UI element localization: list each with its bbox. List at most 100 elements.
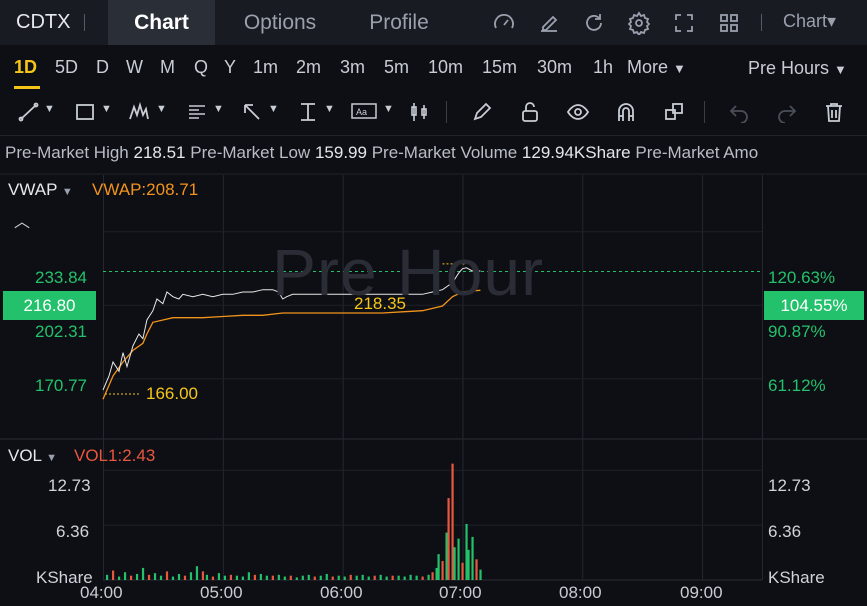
volume-bar (435, 567, 438, 580)
volume-bar (343, 576, 346, 580)
volume-bar (217, 573, 221, 580)
volume-bar (153, 573, 157, 580)
volume-bar (427, 574, 430, 580)
time-tick: 07:00 (439, 583, 482, 602)
volume-bar (373, 575, 376, 580)
volume-bar (349, 574, 352, 580)
volume-unit: KShare (768, 568, 825, 587)
volume-bars (105, 463, 482, 580)
time-tick: 04:00 (80, 583, 123, 602)
volume-bar (229, 574, 233, 580)
vol-value: VOL1:2.43 (74, 446, 156, 465)
volume-tick: 6.36 (56, 522, 90, 541)
volume-bar (135, 573, 139, 580)
volume-bar (201, 571, 205, 580)
time-tick: 05:00 (200, 583, 243, 602)
volume-tick: 12.73 (48, 476, 91, 495)
volume-bar (313, 576, 316, 580)
volume-bar (223, 575, 227, 580)
volume-bar (461, 562, 464, 580)
percent-tick: 120.63% (768, 268, 836, 287)
collapse-chevron-icon[interactable]: ︿ (14, 208, 30, 232)
volume-bar (403, 576, 406, 580)
vwap-indicator-selector[interactable]: VWAP ▼ (8, 180, 73, 200)
volume-bar (379, 574, 382, 580)
current-price-tag: 216.80 (3, 291, 96, 320)
percent-tick: 90.87% (768, 322, 826, 341)
volume-bar (289, 575, 292, 580)
low-annotation: 166.00 (146, 384, 198, 403)
volume-bar (465, 523, 468, 580)
volume-bar (165, 571, 169, 580)
volume-bar (117, 576, 121, 580)
volume-bar (307, 574, 310, 580)
volume-bar (105, 574, 109, 580)
volume-bar (195, 566, 199, 580)
volume-bar (319, 575, 322, 580)
current-percent-tag: 104.55% (764, 291, 864, 320)
volume-bar (445, 532, 448, 580)
volume-bar (235, 575, 238, 580)
volume-bar (265, 575, 268, 580)
volume-bar (391, 575, 394, 580)
vwap-value: VWAP:208.71 (92, 180, 199, 199)
volume-bar (437, 554, 440, 580)
volume-bar (177, 573, 181, 580)
volume-bar (259, 573, 262, 580)
volume-bar (385, 576, 388, 580)
volume-bar (337, 575, 340, 580)
price-tick: 170.77 (35, 376, 87, 395)
volume-bar (123, 572, 127, 580)
caret-down-icon: ▼ (61, 186, 73, 198)
percent-tick: 61.12% (768, 376, 826, 395)
volume-bar (471, 536, 474, 580)
volume-bar (141, 567, 145, 580)
volume-bar (247, 572, 250, 580)
volume-bar (421, 576, 424, 580)
volume-bar (301, 575, 304, 580)
volume-bar (283, 576, 286, 580)
volume-bar (431, 572, 434, 580)
volume-bar (453, 547, 456, 580)
volume-bar (467, 549, 470, 580)
volume-bar (211, 576, 215, 580)
volume-bar (367, 576, 370, 580)
time-tick: 06:00 (320, 583, 363, 602)
vol-indicator-selector[interactable]: VOL ▼ (8, 446, 57, 466)
volume-bar (355, 575, 358, 580)
volume-bar (277, 574, 280, 580)
volume-tick: 12.73 (768, 476, 811, 495)
volume-bar (241, 576, 244, 580)
volume-bar (325, 573, 328, 580)
volume-bar (397, 575, 400, 580)
volume-bar (205, 574, 209, 580)
volume-bar (129, 575, 133, 580)
volume-bar (415, 575, 418, 580)
caret-down-icon: ▼ (46, 452, 58, 464)
price-tick: 202.31 (35, 322, 87, 341)
volume-bar (479, 569, 482, 580)
volume-tick: 6.36 (768, 522, 802, 541)
volume-bar (361, 574, 364, 580)
volume-bar (457, 538, 460, 580)
volume-bar (271, 575, 274, 580)
volume-bar (295, 577, 298, 580)
volume-bar (409, 574, 412, 580)
price-tick: 233.84 (35, 268, 87, 287)
volume-bar (447, 498, 450, 580)
volume-bar (159, 575, 163, 580)
volume-bar (171, 576, 175, 580)
volume-bar (183, 575, 187, 580)
vol-indicator-name: VOL (8, 446, 42, 465)
volume-bar (189, 572, 193, 580)
volume-bar (253, 574, 256, 580)
vwap-indicator-name: VWAP (8, 180, 58, 199)
time-tick: 09:00 (680, 583, 723, 602)
time-tick: 08:00 (559, 583, 602, 602)
volume-bar (475, 559, 478, 580)
volume-bar (451, 463, 454, 580)
volume-bar (111, 570, 115, 580)
watermark: Pre Hour (272, 235, 545, 309)
volume-bar (147, 574, 151, 580)
volume-bar (441, 561, 444, 580)
